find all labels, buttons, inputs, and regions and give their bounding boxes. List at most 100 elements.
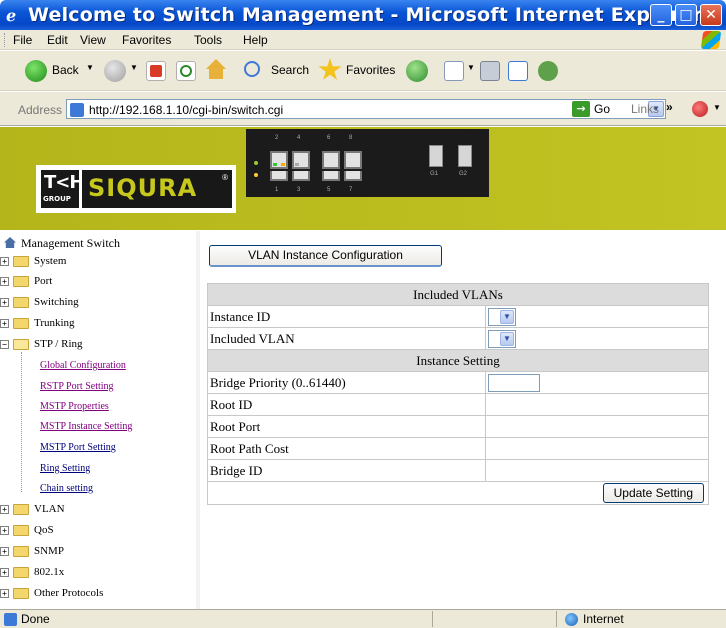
mail-icon[interactable] — [444, 61, 464, 81]
address-label: Address — [18, 103, 63, 117]
bridge-id-label: Bridge ID — [207, 459, 486, 482]
status-divider — [556, 611, 557, 627]
expand-icon[interactable]: + — [0, 547, 9, 556]
folder-icon — [13, 588, 29, 599]
address-bar: Address http://192.168.1.10/cgi-bin/swit… — [0, 92, 726, 126]
switch-front-panel: 2 4 6 8 1 3 5 7 G1 G2 — [246, 129, 489, 197]
collapse-icon[interactable]: − — [0, 340, 9, 349]
root-id-label: Root ID — [207, 393, 486, 416]
tree-link-global-configuration[interactable]: Global Configuration — [40, 360, 126, 371]
menu-help[interactable]: Help — [243, 33, 268, 47]
port-number-label: 6 — [327, 135, 331, 141]
links-label[interactable]: Links — [631, 102, 659, 116]
mail-dropdown-icon[interactable]: ▼ — [467, 63, 475, 87]
power-led — [254, 161, 258, 165]
bridge-priority-input[interactable] — [488, 373, 540, 392]
tree-link-mstp-properties[interactable]: MSTP Properties — [40, 401, 109, 412]
messenger-icon[interactable] — [538, 61, 558, 81]
instance-id-select[interactable]: ▼ — [488, 307, 516, 326]
expand-icon[interactable]: + — [0, 568, 9, 577]
favorites-star-icon[interactable] — [318, 58, 342, 80]
menu-view[interactable]: View — [80, 33, 106, 47]
extension-dropdown-icon[interactable]: ▼ — [713, 103, 721, 112]
tree-link-rstp-port-setting[interactable]: RSTP Port Setting — [40, 381, 114, 392]
search-icon[interactable] — [244, 61, 260, 77]
sfp-label: G1 — [430, 171, 439, 177]
menu-favorites[interactable]: Favorites — [122, 33, 171, 47]
port-1[interactable] — [270, 171, 288, 181]
browser-window: ℯ Welcome to Switch Management - Microso… — [0, 0, 726, 628]
menu-bar: File Edit View Favorites Tools Help — [0, 30, 726, 50]
windows-logo-icon — [700, 31, 722, 49]
tree-link-ring-setting[interactable]: Ring Setting — [40, 463, 90, 474]
chevron-down-icon[interactable]: ▼ — [500, 309, 514, 324]
root-path-cost-value — [485, 437, 709, 460]
expand-icon[interactable]: + — [0, 589, 9, 598]
maximize-button[interactable]: □ — [675, 4, 697, 26]
menu-file[interactable]: File — [13, 33, 32, 47]
tree-link-mstp-instance-setting[interactable]: MSTP Instance Setting — [40, 421, 132, 432]
links-chevron-icon[interactable]: » — [666, 100, 673, 114]
port-number-label: 4 — [297, 135, 301, 141]
title-bar: ℯ Welcome to Switch Management - Microso… — [0, 0, 726, 30]
tree-link-mstp-port-setting[interactable]: MSTP Port Setting — [40, 442, 116, 453]
expand-icon[interactable]: + — [0, 298, 9, 307]
menu-tools[interactable]: Tools — [194, 33, 222, 47]
tree-link-chain-setting[interactable]: Chain setting — [40, 483, 93, 494]
minimize-button[interactable]: _ — [650, 4, 672, 26]
folder-icon — [13, 297, 29, 308]
update-row: Update Setting — [207, 481, 709, 505]
port-5-6[interactable] — [322, 151, 340, 169]
back-button[interactable]: Back — [52, 63, 79, 87]
port-1-2[interactable] — [270, 151, 288, 169]
included-vlan-label: Included VLAN — [207, 327, 486, 350]
status-bar: Done Internet — [0, 609, 726, 628]
folder-icon — [13, 567, 29, 578]
port-2[interactable] — [292, 171, 310, 181]
port-3[interactable] — [322, 171, 340, 181]
expand-icon[interactable]: + — [0, 319, 9, 328]
included-vlan-select[interactable]: ▼ — [488, 329, 516, 348]
toolbar-extension-icon[interactable] — [692, 101, 708, 117]
favorites-button[interactable]: Favorites — [346, 63, 395, 87]
port-3-4[interactable] — [292, 151, 310, 169]
tree-branch-line — [21, 352, 22, 492]
instance-config-table: Included VLANs Instance ID ▼ Included VL… — [207, 283, 709, 505]
instance-setting-header: Instance Setting — [207, 349, 709, 372]
back-dropdown-icon[interactable]: ▼ — [86, 63, 94, 87]
tree-root[interactable]: Management Switch — [4, 236, 120, 251]
forward-arrow-icon[interactable] — [104, 60, 126, 82]
history-icon[interactable] — [406, 60, 428, 82]
forward-dropdown-icon[interactable]: ▼ — [130, 63, 138, 87]
sfp-label: G2 — [459, 171, 468, 177]
home-icon[interactable] — [206, 59, 226, 79]
refresh-icon[interactable] — [176, 61, 196, 81]
back-arrow-icon[interactable] — [25, 60, 47, 82]
edit-page-icon[interactable] — [508, 61, 528, 81]
folder-icon — [13, 546, 29, 557]
included-vlans-header: Included VLANs — [207, 283, 709, 306]
tkh-group-logo: T<H GROUP — [41, 170, 84, 208]
window-title: Welcome to Switch Management - Microsoft… — [28, 4, 703, 26]
chevron-down-icon[interactable]: ▼ — [500, 331, 514, 346]
address-url[interactable]: http://192.168.1.10/cgi-bin/switch.cgi — [89, 103, 283, 117]
instance-id-label: Instance ID — [207, 305, 486, 328]
expand-icon[interactable]: + — [0, 257, 9, 266]
port-7-8[interactable] — [344, 151, 362, 169]
expand-icon[interactable]: + — [0, 526, 9, 535]
root-port-value — [485, 415, 709, 438]
stop-icon[interactable] — [146, 61, 166, 81]
sfp-port-g2[interactable] — [458, 145, 472, 167]
standard-toolbar: Back ▼ ▼ Search Favorites ▼ — [0, 51, 726, 91]
expand-icon[interactable]: + — [0, 277, 9, 286]
print-icon[interactable] — [480, 61, 500, 81]
close-button[interactable]: ✕ — [700, 4, 722, 26]
expand-icon[interactable]: + — [0, 505, 9, 514]
vlan-instance-configuration-button[interactable]: VLAN Instance Configuration — [209, 245, 442, 267]
port-4[interactable] — [344, 171, 362, 181]
main-content: VLAN Instance Configuration Included VLA… — [200, 231, 726, 609]
sfp-port-g1[interactable] — [429, 145, 443, 167]
update-setting-button[interactable]: Update Setting — [602, 483, 704, 503]
search-button[interactable]: Search — [271, 63, 309, 87]
menu-edit[interactable]: Edit — [47, 33, 68, 47]
